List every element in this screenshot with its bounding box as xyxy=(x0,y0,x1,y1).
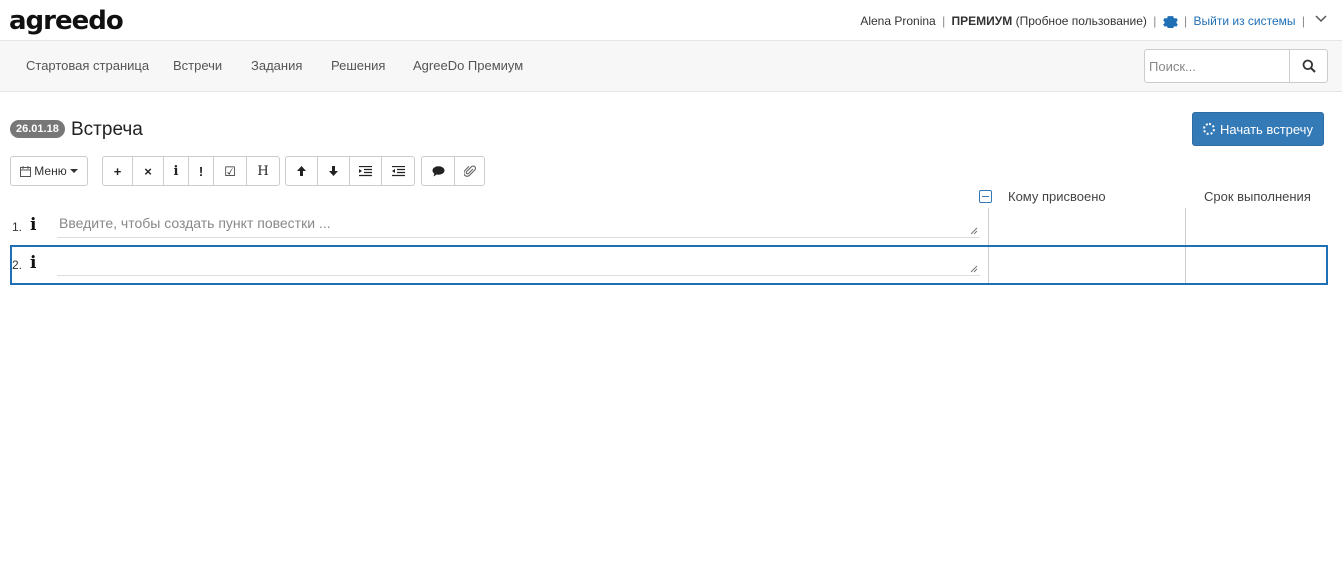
resize-grip-icon[interactable] xyxy=(970,265,978,273)
heading-icon: H xyxy=(257,163,269,179)
plan-note: (Пробное пользование) xyxy=(1015,14,1147,28)
start-meeting-button[interactable]: Начать встречу xyxy=(1192,112,1324,146)
outdent-icon xyxy=(391,165,405,176)
nav-decisions[interactable]: Решения xyxy=(331,58,385,73)
agenda-item-placeholder: Введите, чтобы создать пункт повестки ..… xyxy=(59,215,331,231)
nav-premium[interactable]: AgreeDo Премиум xyxy=(413,58,523,73)
task-item-button[interactable]: ☑ xyxy=(213,156,247,186)
caret-down-icon xyxy=(69,169,78,173)
arrow-up-icon xyxy=(297,166,306,176)
meeting-date-badge: 26.01.18 xyxy=(10,120,65,138)
top-bar: agreedo Alena Pronina | ПРЕМИУМ (Пробное… xyxy=(0,0,1342,41)
main-nav: Стартовая страница Встречи Задания Решен… xyxy=(0,41,1342,92)
agenda-item-input[interactable] xyxy=(57,251,980,276)
checkbox-icon: ☑ xyxy=(224,163,236,179)
agenda-row: 2. i xyxy=(10,245,1328,285)
paperclip-icon xyxy=(463,165,476,177)
info-icon[interactable]: i xyxy=(30,253,36,273)
agenda-item-input[interactable]: Введите, чтобы создать пункт повестки ..… xyxy=(57,213,980,238)
assigned-to-header: Кому присвоено xyxy=(1008,189,1106,204)
info-icon: i xyxy=(173,163,179,179)
menu-label: Меню xyxy=(34,164,67,178)
calendar-icon xyxy=(20,165,32,177)
move-down-button[interactable] xyxy=(317,156,350,186)
separator: | xyxy=(1184,14,1188,28)
decision-item-button[interactable]: ! xyxy=(188,156,214,186)
delete-item-button[interactable]: × xyxy=(132,156,164,186)
row-number: 1. xyxy=(12,220,23,234)
user-bar: Alena Pronina | ПРЕМИУМ (Пробное пользов… xyxy=(860,13,1308,29)
collapse-icon[interactable] xyxy=(979,190,992,203)
comment-icon xyxy=(432,165,444,176)
page-title[interactable]: Встреча xyxy=(71,118,143,142)
start-meeting-label: Начать встречу xyxy=(1220,121,1313,137)
column-divider xyxy=(988,208,989,246)
column-divider xyxy=(988,247,989,283)
chevron-down-icon[interactable] xyxy=(1314,13,1328,25)
indent-button[interactable] xyxy=(349,156,382,186)
arrow-down-icon xyxy=(329,166,338,176)
remove-icon: × xyxy=(144,163,152,179)
attach-button[interactable] xyxy=(454,156,485,186)
spinner-icon xyxy=(1203,123,1216,135)
column-divider xyxy=(1185,208,1186,246)
comment-button[interactable] xyxy=(421,156,455,186)
plan-name: ПРЕМИУМ xyxy=(951,14,1013,28)
resize-grip-icon[interactable] xyxy=(970,227,978,235)
nav-meetings[interactable]: Встречи xyxy=(173,58,222,73)
info-icon[interactable]: i xyxy=(30,215,36,235)
info-item-button[interactable]: i xyxy=(163,156,189,186)
column-divider xyxy=(1185,247,1186,283)
gear-icon[interactable] xyxy=(1162,13,1178,29)
search-button[interactable] xyxy=(1289,50,1327,82)
nav-tasks[interactable]: Задания xyxy=(251,58,302,73)
separator: | xyxy=(942,14,946,28)
heading-item-button[interactable]: H xyxy=(246,156,280,186)
add-item-button[interactable]: + xyxy=(102,156,133,186)
outdent-button[interactable] xyxy=(381,156,415,186)
nav-start-page[interactable]: Стартовая страница xyxy=(26,58,149,73)
row-number: 2. xyxy=(12,258,23,272)
separator: | xyxy=(1153,14,1157,28)
exclamation-icon: ! xyxy=(198,163,204,179)
agreedo-logo[interactable]: agreedo xyxy=(9,6,124,36)
indent-icon xyxy=(359,165,372,176)
logout-link[interactable]: Выйти из системы xyxy=(1194,14,1296,28)
separator: | xyxy=(1301,14,1305,28)
search-box xyxy=(1144,49,1328,83)
agenda-row: 1. i Введите, чтобы создать пункт повест… xyxy=(10,208,1328,246)
user-name: Alena Pronina xyxy=(860,14,936,28)
move-up-button[interactable] xyxy=(285,156,318,186)
plus-icon: + xyxy=(113,163,122,179)
menu-dropdown-button[interactable]: Меню xyxy=(10,156,88,186)
due-date-header: Срок выполнения xyxy=(1204,189,1311,204)
search-input[interactable] xyxy=(1145,50,1291,82)
logo-text: agreedo xyxy=(9,6,124,36)
search-icon xyxy=(1302,59,1316,73)
